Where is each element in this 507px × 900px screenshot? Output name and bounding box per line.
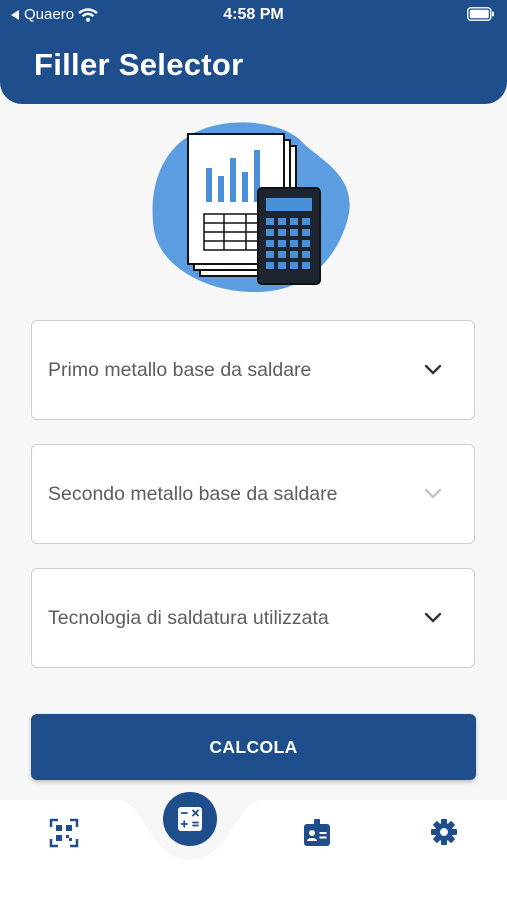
select-label: Tecnologia di saldatura utilizzata: [48, 607, 329, 629]
chevron-down-icon: [424, 364, 442, 375]
nav-settings[interactable]: [430, 818, 458, 851]
qr-code-icon: [49, 818, 79, 848]
status-time: 4:58 PM: [223, 6, 284, 23]
select-label: Primo metallo base da saldare: [48, 359, 312, 381]
calculate-button[interactable]: CALCOLA: [31, 714, 476, 780]
nav-calculator[interactable]: [163, 792, 217, 851]
chevron-down-icon: [424, 488, 442, 499]
calculator-report-illustration: [152, 122, 350, 293]
nav-qr-scanner[interactable]: [49, 818, 79, 853]
calculator-icon: [163, 792, 217, 846]
welding-technology-select[interactable]: Tecnologia di saldatura utilizzata: [31, 568, 475, 668]
page-title: Filler Selector: [34, 47, 244, 82]
id-badge-icon: [304, 819, 330, 846]
app-header: Quaero 4:58 PM Filler Selector: [0, 0, 507, 104]
second-base-metal-select[interactable]: Secondo metallo base da saldare: [31, 444, 475, 544]
first-base-metal-select[interactable]: Primo metallo base da saldare: [31, 320, 475, 420]
battery-icon: [467, 7, 494, 21]
nav-profile[interactable]: [303, 818, 331, 853]
gear-icon: [431, 819, 457, 845]
chevron-down-icon: [424, 612, 442, 623]
select-label: Secondo metallo base da saldare: [48, 483, 338, 505]
status-bar: Quaero 4:58 PM: [0, 0, 507, 30]
